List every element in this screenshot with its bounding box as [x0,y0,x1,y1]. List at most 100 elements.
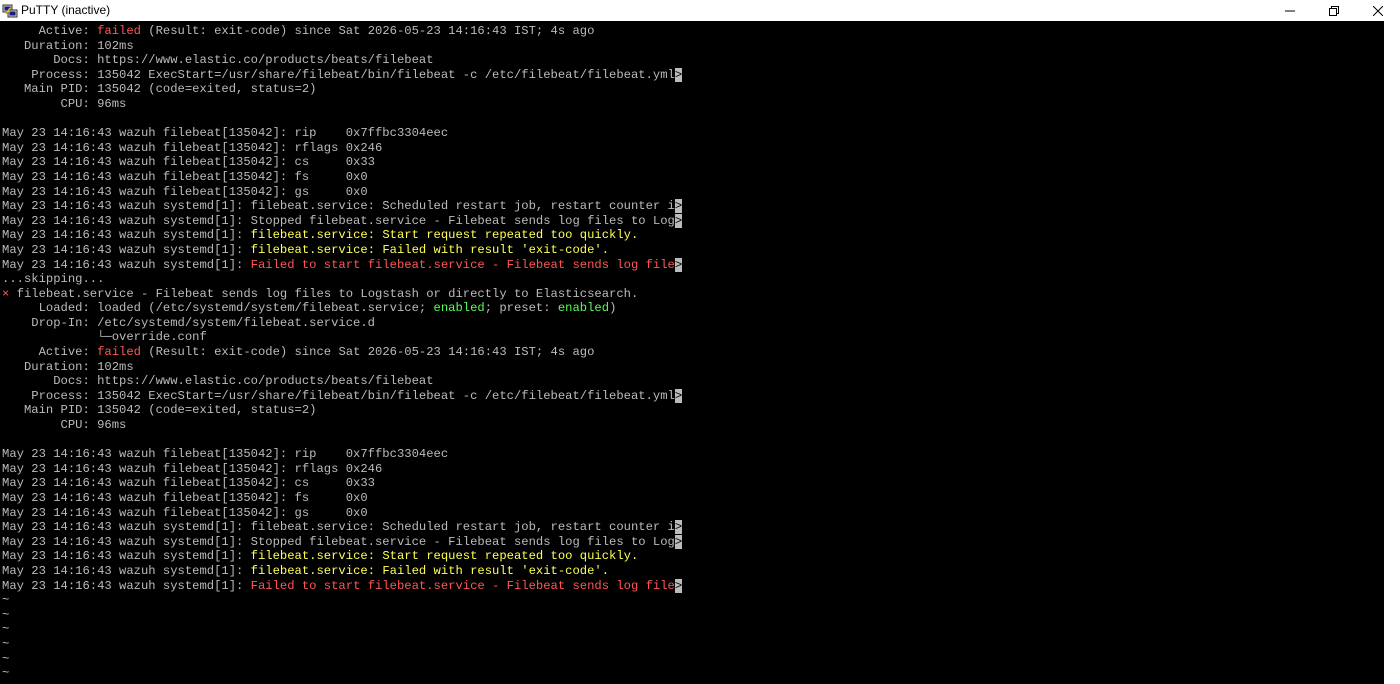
line-text: May 23 14:16:43 wazuh systemd[1]: [2,578,251,593]
terminal-line: Process: 135042 ExecStart=/usr/share/fil… [2,67,1384,83]
terminal-line: May 23 14:16:43 wazuh systemd[1]: Stoppe… [2,534,1384,550]
title-bar[interactable]: PuTTY (inactive) [0,0,1400,21]
terminal-line: May 23 14:16:43 wazuh filebeat[135042]: … [2,185,1384,200]
line-text: filebeat.service: Start request repeated… [250,549,639,564]
line-text: ~ [2,636,10,651]
putty-window: PuTTY (inactive) Active: failed (Result:… [0,0,1400,684]
line-text: May 23 14:16:43 wazuh filebeat[135042]: … [2,476,375,491]
terminal-line: Duration: 102ms [2,360,1384,375]
terminal-line: May 23 14:16:43 wazuh filebeat[135042]: … [2,126,1384,141]
close-icon [1373,5,1383,16]
truncation-marker: > [674,388,683,403]
terminal-line: × filebeat.service - Filebeat sends log … [2,287,1384,302]
line-text: Main PID: 135042 (code=exited, status=2) [2,403,317,418]
terminal-line: └─override.conf [2,330,1384,345]
terminal-line: May 23 14:16:43 wazuh filebeat[135042]: … [2,170,1384,185]
terminal-line: Docs: https://www.elastic.co/products/be… [2,374,1384,389]
line-text: May 23 14:16:43 wazuh filebeat[135042]: … [2,184,368,199]
line-text: May 23 14:16:43 wazuh filebeat[135042]: … [2,491,368,505]
line-text: May 23 14:16:43 wazuh systemd[1]: filebe… [2,520,675,535]
terminal-line: May 23 14:16:43 wazuh filebeat[135042]: … [2,141,1384,156]
terminal-line: Active: failed (Result: exit-code) since… [2,24,1384,39]
window-controls [1268,0,1400,21]
terminal-line: ...skipping... [2,272,1384,287]
line-text: Process: 135042 ExecStart=/usr/share/fil… [2,67,675,82]
line-text: Docs: https://www.elastic.co/products/be… [2,53,434,68]
terminal-line: May 23 14:16:43 wazuh systemd[1]: filebe… [2,243,1384,258]
terminal-line: May 23 14:16:43 wazuh systemd[1]: filebe… [2,564,1384,579]
line-text: May 23 14:16:43 wazuh filebeat[135042]: … [2,169,368,184]
line-text: (Result: exit-code) since Sat 2026-05-23… [140,345,595,360]
line-text: └─override.conf [2,330,207,345]
line-text: filebeat.service: Failed with result 'ex… [250,242,610,257]
terminal-line: May 23 14:16:43 wazuh filebeat[135042]: … [2,462,1384,477]
terminal-line: May 23 14:16:43 wazuh filebeat[135042]: … [2,491,1384,506]
close-button[interactable] [1356,0,1400,21]
line-text: May 23 14:16:43 wazuh systemd[1]: [2,257,251,272]
terminal-line: May 23 14:16:43 wazuh filebeat[135042]: … [2,506,1384,521]
terminal-line: Loaded: loaded (/etc/systemd/system/file… [2,301,1384,316]
line-text: ~ [2,593,10,608]
restore-icon [1329,5,1339,16]
restore-button[interactable] [1312,0,1356,21]
terminal-line: May 23 14:16:43 wazuh systemd[1]: Failed… [2,257,1384,273]
line-text: ~ [2,607,10,622]
line-text: May 23 14:16:43 wazuh systemd[1]: [2,549,251,564]
line-text: Process: 135042 ExecStart=/usr/share/fil… [2,388,675,403]
line-text: Failed to start filebeat.service - Fileb… [250,257,675,272]
terminal-line: Drop-In: /etc/systemd/system/filebeat.se… [2,316,1384,331]
line-text: Active: [2,24,98,38]
line-text: May 23 14:16:43 wazuh systemd[1]: Stoppe… [2,534,675,549]
line-text: Main PID: 135042 (code=exited, status=2) [2,82,317,97]
line-text: enabled [557,301,610,316]
line-text: enabled [433,301,485,316]
line-text: May 23 14:16:43 wazuh systemd[1]: [2,242,251,257]
minimize-icon [1285,10,1295,11]
line-text: (Result: exit-code) since Sat 2026-05-23… [140,24,595,38]
terminal-line: Active: failed (Result: exit-code) since… [2,345,1384,360]
line-text: ) [609,301,617,316]
terminal-line: ~ [2,593,1384,608]
terminal-line: May 23 14:16:43 wazuh systemd[1]: Failed… [2,578,1384,594]
truncation-marker: > [674,67,683,82]
terminal-line: May 23 14:16:43 wazuh systemd[1]: filebe… [2,520,1384,535]
line-text: Drop-In: /etc/systemd/system/filebeat.se… [2,315,375,330]
line-text: May 23 14:16:43 wazuh systemd[1]: Stoppe… [2,213,675,228]
line-text: ; preset: [484,301,558,316]
line-text: failed [97,24,141,38]
line-text: May 23 14:16:43 wazuh systemd[1]: filebe… [2,199,675,214]
terminal-line: ~ [2,622,1384,637]
line-text: ~ [2,666,10,681]
truncation-marker: > [674,213,683,228]
vertical-scrollbar[interactable] [1384,21,1400,684]
terminal-line: May 23 14:16:43 wazuh systemd[1]: filebe… [2,549,1384,564]
terminal-line: May 23 14:16:43 wazuh systemd[1]: Stoppe… [2,213,1384,229]
terminal-output[interactable]: Active: failed (Result: exit-code) since… [0,21,1384,684]
truncation-marker: > [674,534,683,549]
line-text: Loaded: loaded (/etc/systemd/system/file… [2,301,434,316]
putty-icon[interactable] [2,3,18,19]
truncation-marker: > [674,199,683,214]
line-text: Active: [2,345,98,360]
terminal-line: May 23 14:16:43 wazuh filebeat[135042]: … [2,476,1384,491]
terminal-line: CPU: 96ms [2,418,1384,433]
line-text: May 23 14:16:43 wazuh filebeat[135042]: … [2,447,449,462]
line-text: May 23 14:16:43 wazuh filebeat[135042]: … [2,461,383,476]
line-text: May 23 14:16:43 wazuh filebeat[135042]: … [2,505,368,520]
line-text: filebeat.service: Failed with result 'ex… [250,563,610,578]
truncation-marker: > [674,520,683,535]
terminal-line: May 23 14:16:43 wazuh systemd[1]: filebe… [2,228,1384,243]
window-title: PuTTY (inactive) [21,3,111,17]
terminal-line: CPU: 96ms [2,97,1384,112]
terminal-line: Process: 135042 ExecStart=/usr/share/fil… [2,388,1384,404]
line-text: CPU: 96ms [2,418,127,433]
line-text: Duration: 102ms [2,359,134,374]
truncation-marker: > [674,578,683,593]
terminal-line: Main PID: 135042 (code=exited, status=2) [2,403,1384,418]
line-text: May 23 14:16:43 wazuh systemd[1]: [2,228,251,243]
terminal-line: ~ [2,666,1384,681]
minimize-button[interactable] [1268,0,1312,21]
line-text: ~ [2,651,10,666]
